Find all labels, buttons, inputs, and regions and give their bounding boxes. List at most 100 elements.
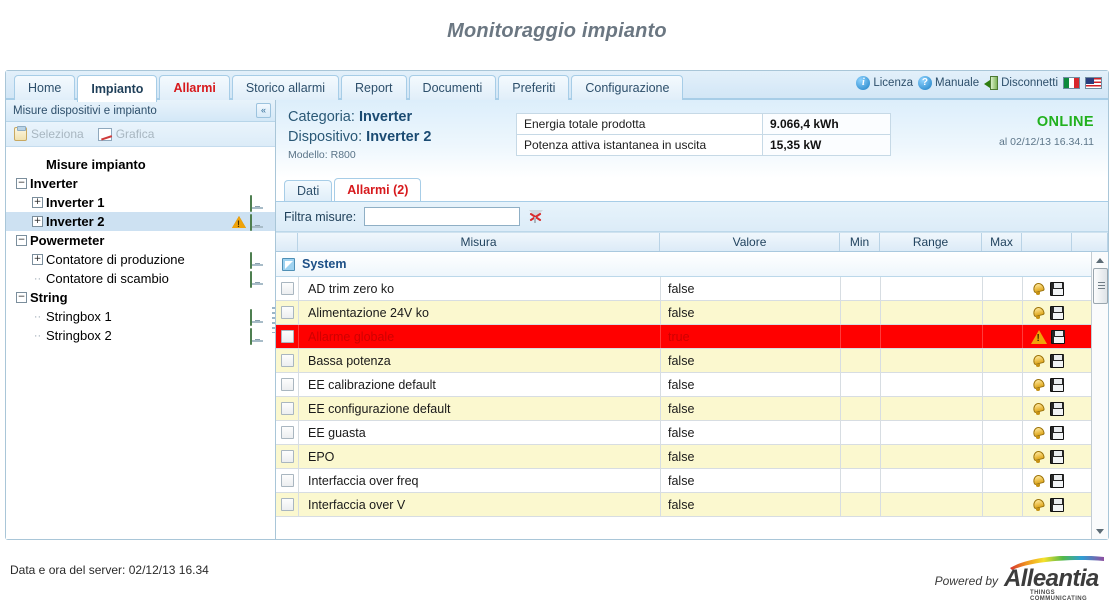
- bell-icon[interactable]: [1031, 305, 1046, 320]
- grid-column-header-range[interactable]: Range: [880, 233, 982, 251]
- collapse-icon[interactable]: −: [16, 235, 27, 246]
- tree-item-status-icons: [250, 328, 275, 345]
- nav-tab-configurazione[interactable]: Configurazione: [571, 75, 684, 100]
- row-checkbox[interactable]: [280, 498, 294, 511]
- table-row[interactable]: Allarme globale true: [276, 325, 1091, 349]
- warning-triangle-icon[interactable]: [1030, 329, 1047, 344]
- cell-misura: EE guasta: [298, 421, 660, 444]
- bell-icon[interactable]: [1031, 449, 1046, 464]
- filter-input[interactable]: [364, 207, 521, 226]
- scroll-down-arrow-icon[interactable]: [1093, 523, 1108, 539]
- collapse-icon[interactable]: −: [16, 178, 27, 189]
- grid-column-header-misura[interactable]: Misura: [298, 233, 660, 251]
- tree-item-inverter-1[interactable]: + Inverter 1: [6, 193, 275, 212]
- row-checkbox[interactable]: [280, 402, 294, 415]
- grafica-button[interactable]: Grafica: [97, 127, 154, 141]
- grid-column-header-max[interactable]: Max: [982, 233, 1022, 251]
- collapse-icon[interactable]: −: [16, 292, 27, 303]
- table-row[interactable]: Interfaccia over freq false: [276, 469, 1091, 493]
- detail-tab-dati[interactable]: Dati: [284, 180, 333, 201]
- save-floppy-icon[interactable]: [1050, 449, 1064, 464]
- detail-tabs: Dati Allarmi (2): [276, 178, 1108, 202]
- cell-valore: false: [660, 469, 840, 492]
- table-row[interactable]: EE configurazione default false: [276, 397, 1091, 421]
- expand-icon[interactable]: +: [32, 254, 43, 265]
- seleziona-button[interactable]: Seleziona: [14, 126, 84, 141]
- save-floppy-icon[interactable]: [1050, 353, 1064, 368]
- grid-column-header-valore[interactable]: Valore: [660, 233, 840, 251]
- tree-item-stringbox-1[interactable]: ·· Stringbox 1: [6, 307, 275, 326]
- bell-icon[interactable]: [1031, 425, 1046, 440]
- row-checkbox[interactable]: [280, 378, 294, 391]
- row-checkbox[interactable]: [280, 306, 294, 319]
- scroll-up-arrow-icon[interactable]: [1093, 252, 1108, 268]
- save-floppy-icon[interactable]: [1050, 281, 1064, 296]
- nav-tab-home[interactable]: Home: [14, 75, 76, 100]
- tree-item-stringbox-2[interactable]: ·· Stringbox 2: [6, 326, 275, 345]
- tree-item-powermeter[interactable]: − Powermeter: [6, 231, 275, 250]
- cell-filler: [1072, 301, 1091, 324]
- row-checkbox[interactable]: [280, 330, 294, 343]
- tree-item-misure-impianto[interactable]: Misure impianto: [6, 155, 275, 174]
- grid-column-header-blank[interactable]: [276, 233, 298, 251]
- disconnetti-button[interactable]: Disconnetti: [984, 76, 1058, 90]
- row-checkbox[interactable]: [280, 282, 294, 295]
- save-floppy-icon[interactable]: [1050, 401, 1064, 416]
- bell-icon[interactable]: [1031, 473, 1046, 488]
- scrollbar-track[interactable]: [1092, 268, 1108, 523]
- us-flag-icon[interactable]: [1085, 77, 1102, 89]
- table-row[interactable]: Interfaccia over Vfalse: [276, 493, 1091, 517]
- cell-valore: false: [660, 301, 840, 324]
- grid-column-header-min[interactable]: Min: [840, 233, 880, 251]
- nav-tab-preferiti[interactable]: Preferiti: [498, 75, 570, 100]
- detail-tab-allarmi-2[interactable]: Allarmi (2): [334, 178, 422, 201]
- licenza-button[interactable]: i Licenza: [856, 76, 913, 90]
- group-checkbox[interactable]: [282, 257, 295, 271]
- bell-icon[interactable]: [1031, 401, 1046, 416]
- save-floppy-icon[interactable]: [1050, 305, 1064, 320]
- table-row[interactable]: EE guasta false: [276, 421, 1091, 445]
- nav-tab-storico-allarmi[interactable]: Storico allarmi: [231, 75, 340, 100]
- grid-vertical-scrollbar[interactable]: [1091, 252, 1108, 539]
- table-row[interactable]: Bassa potenza false: [276, 349, 1091, 373]
- scrollbar-thumb[interactable]: [1092, 268, 1108, 304]
- row-checkbox[interactable]: [280, 450, 294, 463]
- nav-tab-report[interactable]: Report: [341, 75, 407, 100]
- it-flag-icon[interactable]: [1063, 77, 1080, 89]
- manuale-button[interactable]: ? Manuale: [917, 76, 979, 90]
- bell-icon[interactable]: [1031, 377, 1046, 392]
- cell-min: [840, 373, 880, 396]
- cell-range: [880, 445, 982, 468]
- expand-icon[interactable]: +: [32, 216, 43, 227]
- bell-icon[interactable]: [1031, 353, 1046, 368]
- nav-tab-allarmi[interactable]: Allarmi: [159, 75, 230, 100]
- row-checkbox[interactable]: [280, 474, 294, 487]
- bell-icon[interactable]: [1031, 281, 1046, 296]
- warning-triangle-icon[interactable]: [232, 215, 246, 229]
- table-row[interactable]: AD trim zero ko false: [276, 277, 1091, 301]
- save-floppy-icon[interactable]: [1050, 425, 1064, 440]
- tree-item-contatore-di-produzione[interactable]: + Contatore di produzione: [6, 250, 275, 269]
- grid-group-row-system[interactable]: System: [276, 252, 1091, 277]
- save-floppy-icon[interactable]: [1050, 497, 1064, 512]
- tree-item-contatore-di-scambio[interactable]: ·· Contatore di scambio: [6, 269, 275, 288]
- clear-filter-funnel-icon[interactable]: [528, 209, 544, 225]
- row-checkbox[interactable]: [280, 354, 294, 367]
- nav-tab-impianto[interactable]: Impianto: [77, 75, 158, 102]
- table-row[interactable]: EE calibrazione default false: [276, 373, 1091, 397]
- row-checkbox[interactable]: [280, 426, 294, 439]
- table-row[interactable]: Alimentazione 24V ko false: [276, 301, 1091, 325]
- nav-tab-documenti[interactable]: Documenti: [408, 75, 497, 100]
- collapse-sidebar-button[interactable]: «: [256, 103, 271, 118]
- bell-icon[interactable]: [1031, 497, 1046, 512]
- table-row[interactable]: EPO false: [276, 445, 1091, 469]
- save-floppy-icon[interactable]: [1050, 473, 1064, 488]
- tree-item-inverter[interactable]: − Inverter: [6, 174, 275, 193]
- grid-column-header-blank[interactable]: [1022, 233, 1072, 251]
- cell-max: [982, 493, 1022, 516]
- save-floppy-icon[interactable]: [1050, 329, 1065, 344]
- expand-icon[interactable]: +: [32, 197, 43, 208]
- tree-item-inverter-2[interactable]: + Inverter 2: [6, 212, 275, 231]
- save-floppy-icon[interactable]: [1050, 377, 1064, 392]
- tree-item-string[interactable]: − String: [6, 288, 275, 307]
